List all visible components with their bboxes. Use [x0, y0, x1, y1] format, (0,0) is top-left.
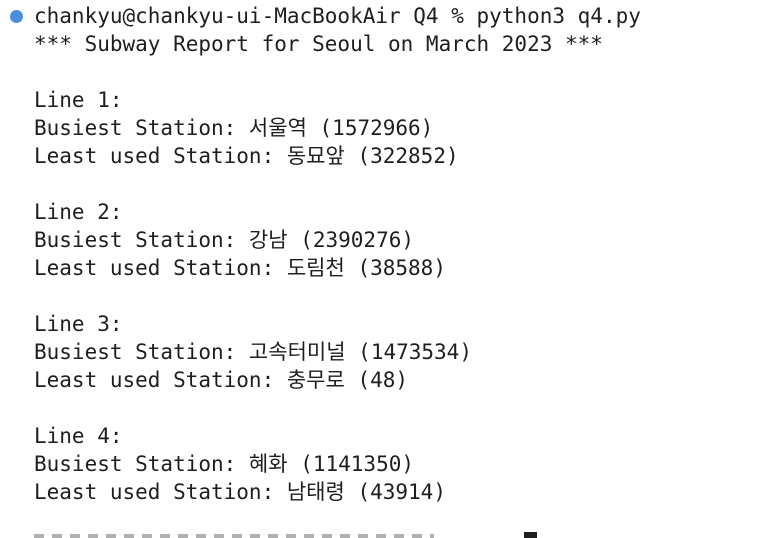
- line-3-title: Line 3:: [34, 312, 123, 336]
- line-1-title: Line 1:: [34, 88, 123, 112]
- report-header: *** Subway Report for Seoul on March 202…: [34, 32, 603, 56]
- command-prompt: chankyu@chankyu-ui-MacBookAir Q4 % pytho…: [34, 4, 641, 28]
- line-3-least: Least used Station: 충무로 (48): [34, 368, 409, 392]
- line-4-least: Least used Station: 남태령 (43914): [34, 480, 446, 504]
- line-4-busiest: Busiest Station: 혜화 (1141350): [34, 452, 415, 476]
- line-4-title: Line 4:: [34, 424, 123, 448]
- line-3-busiest: Busiest Station: 고속터미널 (1473534): [34, 340, 472, 364]
- command-status-icon: [10, 10, 23, 23]
- line-2-busiest: Busiest Station: 강남 (2390276): [34, 228, 415, 252]
- next-prompt-partial: [34, 534, 434, 538]
- line-1-least: Least used Station: 동묘앞 (322852): [34, 144, 459, 168]
- terminal-window[interactable]: chankyu@chankyu-ui-MacBookAir Q4 % pytho…: [0, 0, 776, 538]
- line-2-least: Least used Station: 도림천 (38588): [34, 256, 446, 280]
- line-2-title: Line 2:: [34, 200, 123, 224]
- terminal-cursor: [524, 532, 537, 538]
- line-1-busiest: Busiest Station: 서울역 (1572966): [34, 116, 434, 140]
